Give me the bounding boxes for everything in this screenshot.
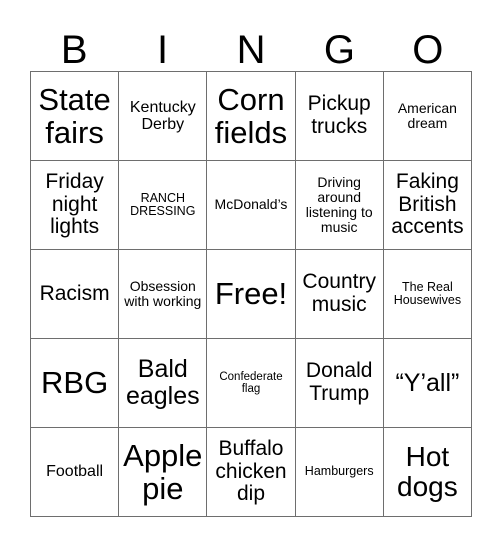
bingo-cell[interactable]: Friday night lights [31, 161, 120, 250]
bingo-cell[interactable]: Hamburgers [295, 428, 384, 517]
header-letter-o: O [412, 28, 444, 72]
bingo-cell-label: Driving around listening to music [305, 173, 373, 236]
bingo-cell[interactable]: Apple pie [119, 428, 208, 517]
bingo-cell[interactable]: Country music [295, 250, 384, 339]
bingo-cell-label: Friday night lights [45, 169, 104, 239]
bingo-cell[interactable]: Bald eagles [119, 339, 208, 428]
bingo-cell-label: Confederate flag [219, 370, 283, 395]
bingo-free-label: Free! [214, 276, 288, 312]
bingo-card: B I N G O State fairs Kentucky Derby Cor… [0, 0, 500, 544]
bingo-cell[interactable]: “Y’all” [383, 339, 472, 428]
header-letter-n: N [236, 28, 266, 72]
bingo-cell[interactable]: Driving around listening to music [295, 161, 384, 250]
bingo-cell[interactable]: Obsession with working [119, 250, 208, 339]
bingo-cell-label: Apple pie [123, 437, 203, 506]
bingo-cell-label: RBG [41, 365, 109, 401]
bingo-cell-label: Racism [39, 281, 110, 305]
bingo-cell[interactable]: The Real Housewives [383, 250, 472, 339]
header-letter-b: B [60, 28, 88, 72]
bingo-header: B I N G O [30, 18, 472, 70]
bingo-cell[interactable]: Hot dogs [383, 428, 472, 517]
bingo-cell[interactable]: McDonald’s [207, 161, 296, 250]
bingo-cell-label: Buffalo chicken dip [215, 436, 287, 506]
bingo-cell-label: Donald Trump [305, 359, 373, 405]
header-letter-i: I [157, 28, 169, 72]
bingo-cell[interactable]: Donald Trump [295, 339, 384, 428]
bingo-cell-label: Hamburgers [304, 464, 374, 479]
bingo-cell[interactable]: Buffalo chicken dip [207, 428, 296, 517]
bingo-cell[interactable]: Kentucky Derby [119, 72, 208, 161]
bingo-cell-free[interactable]: Free! [207, 250, 296, 339]
bingo-cell-label: McDonald’s [214, 196, 288, 213]
bingo-cell[interactable]: Racism [31, 250, 120, 339]
bingo-cell[interactable]: Faking British accents [383, 161, 472, 250]
bingo-cell-label: American dream [397, 99, 457, 131]
bingo-cell-label: Pickup trucks [307, 92, 371, 138]
bingo-cell[interactable]: Confederate flag [207, 339, 296, 428]
bingo-cell[interactable]: State fairs [31, 72, 120, 161]
bingo-cell-label: Obsession with working [124, 277, 202, 309]
bingo-cell-label: Corn fields [214, 81, 288, 150]
bingo-cell[interactable]: RANCH DRESSING [119, 161, 208, 250]
bingo-cell-label: RANCH DRESSING [130, 190, 196, 218]
bingo-cell-label: Hot dogs [397, 440, 458, 502]
bingo-cell[interactable]: Pickup trucks [295, 72, 384, 161]
bingo-cell-label: State fairs [38, 81, 111, 150]
bingo-cell-label: The Real Housewives [393, 279, 462, 307]
bingo-cell[interactable]: American dream [383, 72, 472, 161]
bingo-cell[interactable]: Football [31, 428, 120, 517]
bingo-cell-label: Faking British accents [391, 169, 464, 239]
bingo-cell-label: “Y’all” [395, 368, 460, 397]
bingo-cell-label: Kentucky Derby [129, 98, 196, 133]
bingo-cell[interactable]: Corn fields [207, 72, 296, 161]
bingo-cell-label: Football [46, 463, 104, 481]
bingo-cell[interactable]: RBG [31, 339, 120, 428]
header-letter-g: G [323, 28, 355, 72]
bingo-grid: State fairs Kentucky Derby Corn fields P… [30, 71, 472, 517]
bingo-cell-label: Country music [302, 270, 376, 316]
bingo-cell-label: Bald eagles [125, 355, 200, 410]
